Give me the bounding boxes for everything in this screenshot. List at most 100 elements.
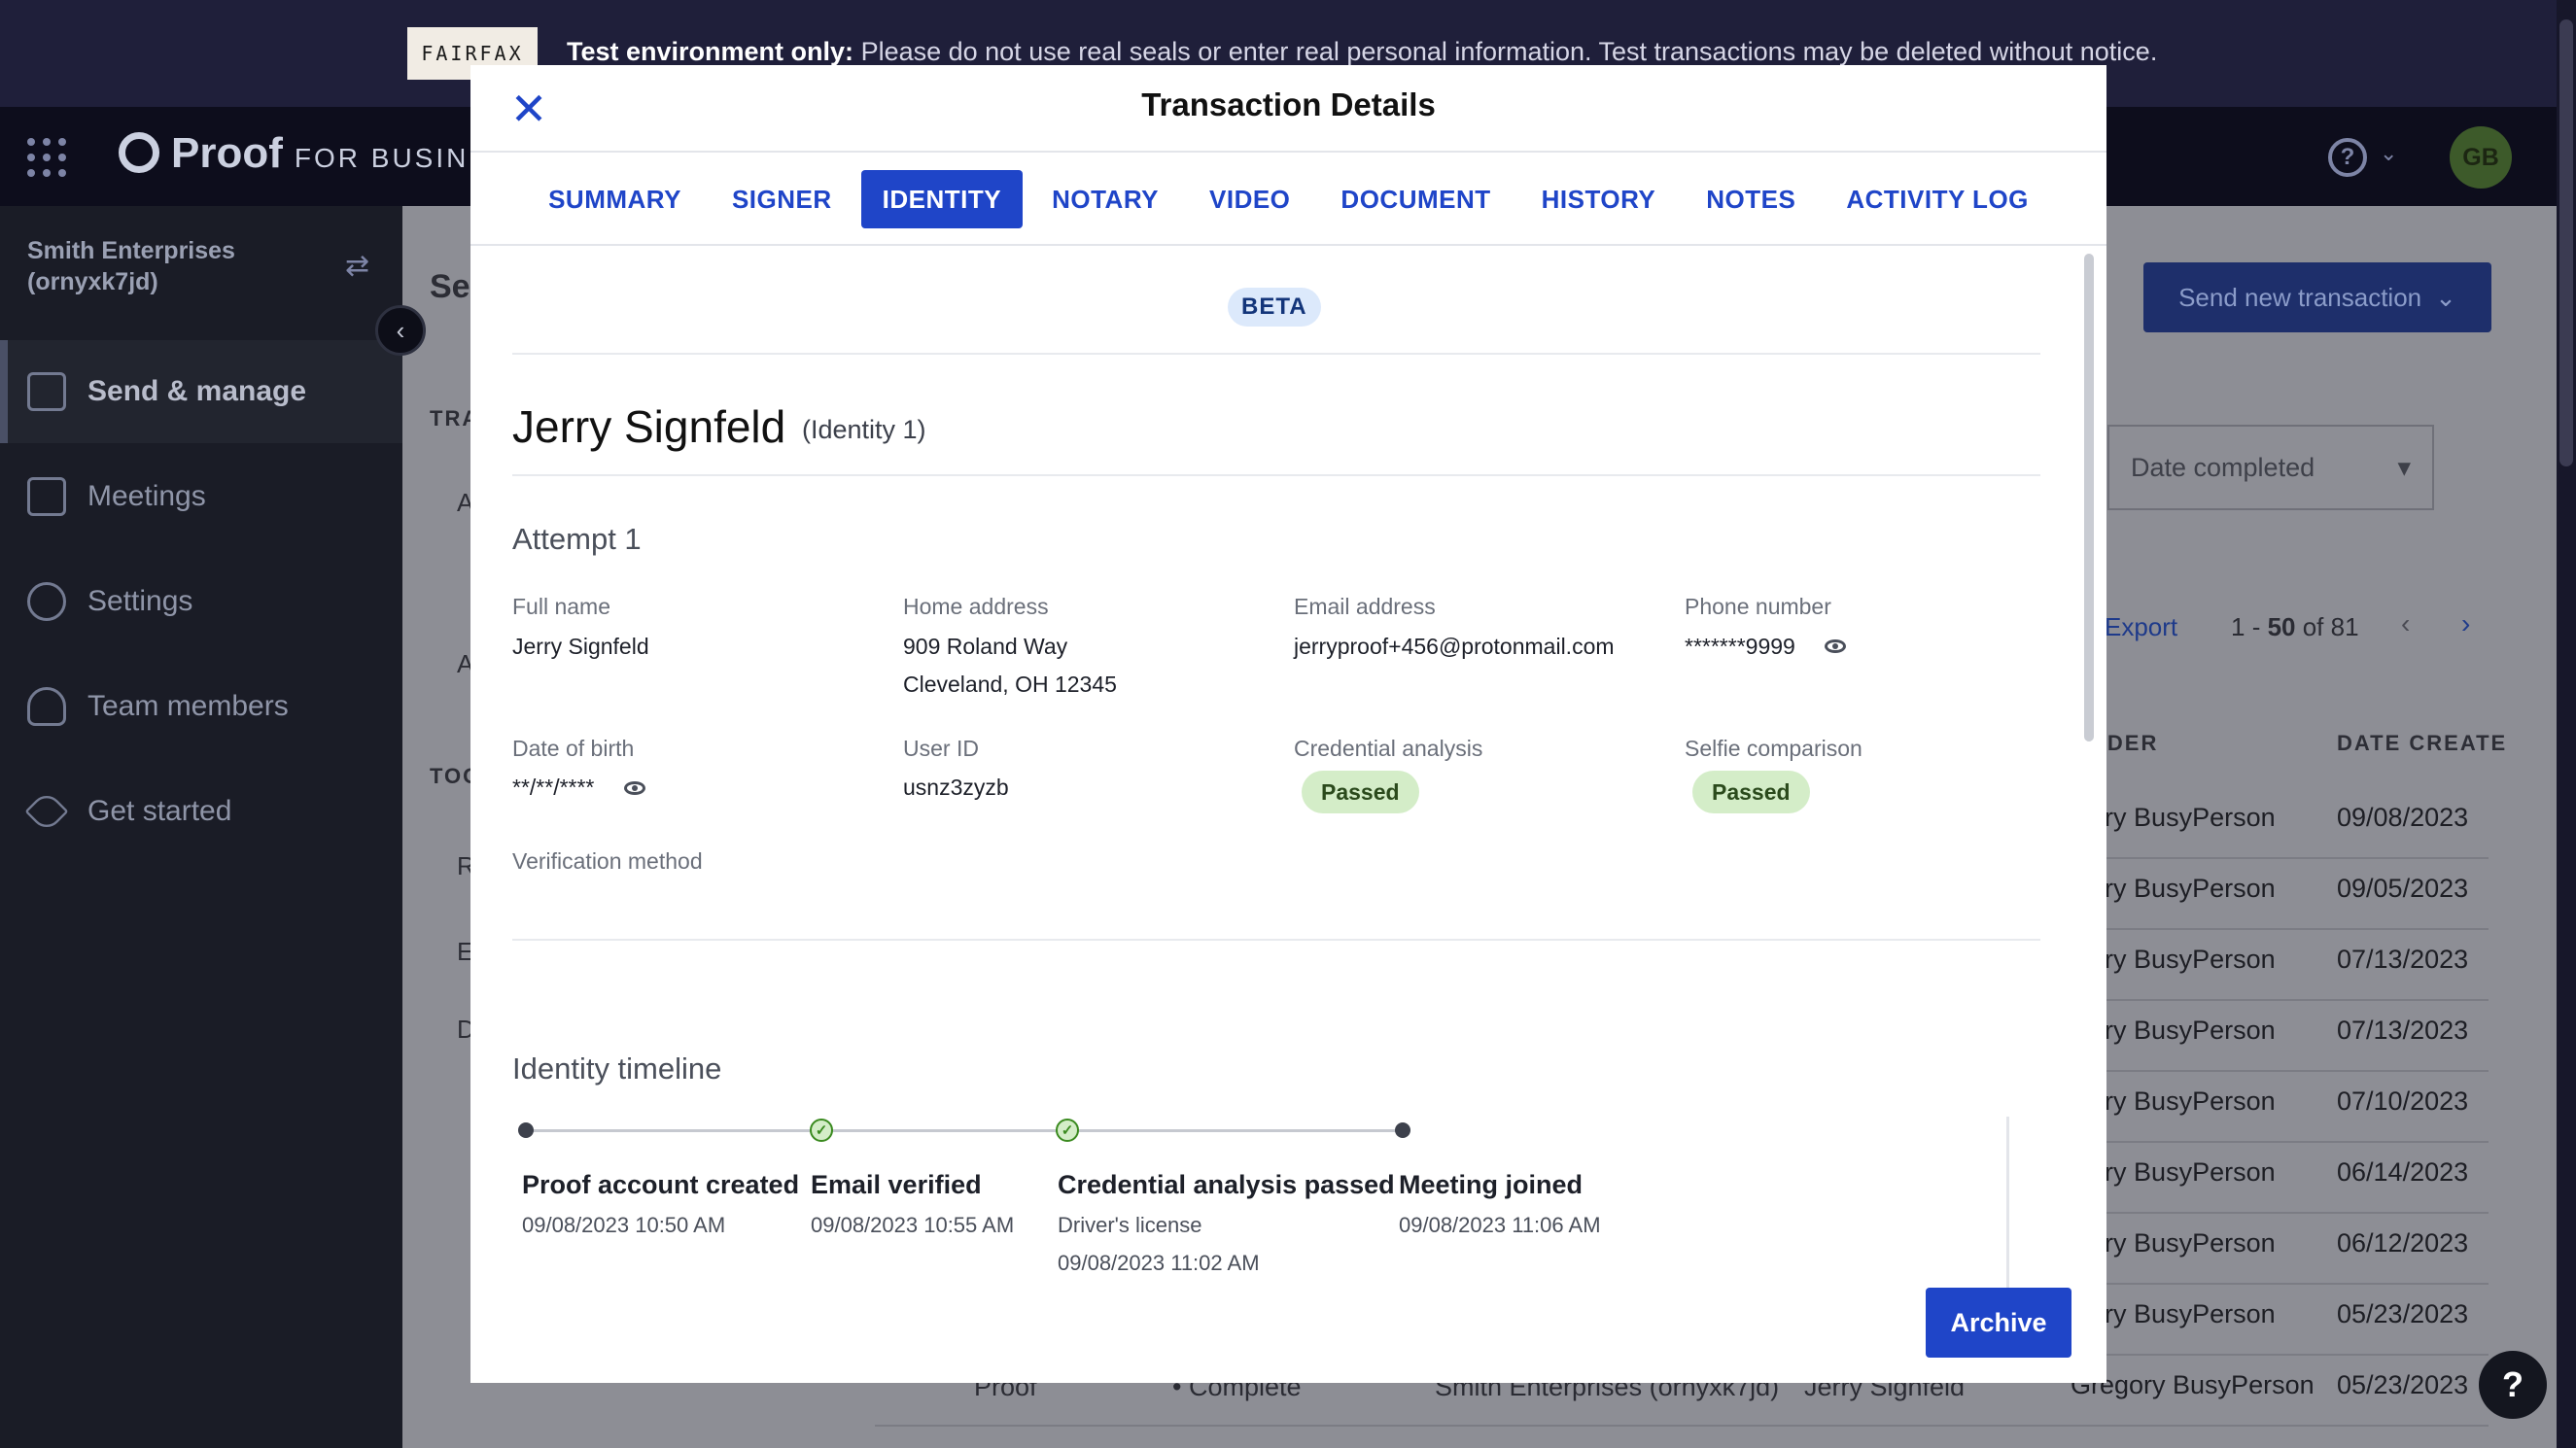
full-name-label: Full name [512,594,610,619]
gear-icon [27,582,66,621]
timeline-event-time: 09/08/2023 10:55 AM [811,1213,1015,1237]
credential-analysis-label: Credential analysis [1294,736,1483,761]
timeline-check-icon: ✓ [810,1119,833,1142]
send-new-transaction-button[interactable]: Send new transaction ⌄ [2143,262,2491,332]
tab-identity[interactable]: IDENTITY [860,170,1024,228]
home-address-label: Home address [903,594,1049,619]
calendar-icon [27,477,66,516]
organization-name: Smith Enterprises (ornyxk7jd) [27,237,235,295]
timeline-event-time: 09/08/2023 10:50 AM [522,1213,726,1237]
sidebar-item-get-started[interactable]: Get started [0,760,402,863]
date-filter-select[interactable]: Date completed ▾ [2107,425,2434,510]
page-title-fragment: Se [430,268,470,305]
tab-summary[interactable]: SUMMARY [527,170,703,228]
home-address-line1: 909 Roland Way [903,634,1068,659]
table-row-divider [875,1425,2489,1427]
verification-method-label: Verification method [512,848,703,874]
timeline-check-icon: ✓ [1056,1119,1079,1142]
collapse-sidebar-button[interactable]: ‹ [375,305,426,356]
timeline-dot-icon [1395,1122,1410,1138]
table-row-sender: Gregory BusyPerson [2071,1370,2315,1399]
tab-video[interactable]: VIDEO [1188,170,1311,228]
sidebar-item-send-manage[interactable]: Send & manage [0,340,402,443]
table-row-date: 09/05/2023 [2337,874,2469,903]
modal-title: Transaction Details [1141,86,1436,122]
table-row-date: 05/23/2023 [2337,1370,2469,1399]
divider [512,939,2040,941]
table-row-date: 06/12/2023 [2337,1228,2469,1258]
team-icon [27,687,66,726]
user-id-label: User ID [903,736,979,761]
attempt-title: Attempt 1 [512,522,642,556]
beta-badge: BETA [1228,288,1321,327]
archive-button[interactable]: Archive [1926,1288,2071,1358]
help-menu-icon[interactable]: ? [2328,138,2367,177]
switch-organization-icon[interactable]: ⇄ [345,249,369,283]
divider [512,353,2040,355]
tab-signer[interactable]: SIGNER [711,170,853,228]
timeline-event-time: 09/08/2023 11:06 AM [1399,1213,1601,1237]
brand-logo[interactable]: Proof FOR BUSINES [119,126,511,178]
table-row-date: 07/13/2023 [2337,945,2469,974]
dashboard-icon [27,372,66,411]
chevron-down-icon: ⌄ [2435,282,2456,312]
timeline-line [526,1129,1401,1132]
selfie-comparison-status-badge: Passed [1692,771,1810,813]
previous-page-icon[interactable]: ‹ [2401,608,2410,639]
phone-number-label: Phone number [1685,594,1831,619]
chevron-down-icon[interactable]: ⌄ [2380,141,2397,166]
timeline-event-detail: Driver's license [1058,1213,1202,1237]
identity-timeline-title: Identity timeline [512,1052,722,1086]
credential-analysis-status-badge: Passed [1302,771,1419,813]
timeline-event-title: Credential analysis passed [1058,1170,1395,1199]
sidebar-item-settings[interactable]: Settings [0,550,402,653]
transaction-details-modal: ✕ Transaction Details SUMMARY SIGNER IDE… [470,65,2106,1383]
show-phone-eye-icon[interactable] [1825,639,1846,653]
modal-header: ✕ Transaction Details [470,65,2106,153]
timeline-event-title: Proof account created [522,1170,800,1199]
email-address-value: jerryproof+456@protonmail.com [1294,634,1615,659]
table-row-date: 07/10/2023 [2337,1086,2469,1116]
full-name-value: Jerry Signfeld [512,634,649,659]
tab-notes[interactable]: NOTES [1685,170,1817,228]
help-fab-button[interactable]: ? [2479,1351,2547,1419]
modal-tabs: SUMMARY SIGNER IDENTITY NOTARY VIDEO DOC… [470,155,2106,246]
next-page-icon[interactable]: › [2461,608,2470,639]
divider [512,474,2040,476]
email-address-label: Email address [1294,594,1436,619]
banner-message: Test environment only: Please do not use… [567,37,2158,66]
rocket-icon [24,789,69,834]
table-row-date: 09/08/2023 [2337,803,2469,832]
identity-name: Jerry Signfeld [512,401,786,452]
page-scrollbar-thumb[interactable] [2559,19,2573,466]
timeline-event-time: 09/08/2023 11:02 AM [1058,1251,1260,1275]
modal-scrollbar-thumb[interactable] [2084,254,2094,741]
sidebar-item-team-members[interactable]: Team members [0,655,402,758]
date-of-birth-label: Date of birth [512,736,635,761]
sidebar-item-meetings[interactable]: Meetings [0,445,402,548]
proof-logo-icon [119,132,159,173]
show-dob-eye-icon[interactable] [624,781,645,795]
tab-activity-log[interactable]: ACTIVITY LOG [1825,170,2050,228]
table-row-date: 07/13/2023 [2337,1016,2469,1045]
apps-grid-icon[interactable] [27,138,66,177]
caret-down-icon: ▾ [2397,452,2411,482]
user-avatar[interactable]: GB [2450,126,2512,189]
user-id-value: usnz3zyzb [903,775,1009,800]
timeline-event-title: Email verified [811,1170,982,1199]
timeline-scrollbar[interactable] [2006,1117,2009,1290]
date-of-birth-value: **/**/**** [512,775,595,800]
timeline-dot-icon [518,1122,534,1138]
tab-notary[interactable]: NOTARY [1030,170,1180,228]
tab-history[interactable]: HISTORY [1520,170,1678,228]
column-header-date-created[interactable]: DATE CREATE [2337,731,2507,756]
phone-number-value: *******9999 [1685,634,1795,659]
table-row-date: 05/23/2023 [2337,1299,2469,1328]
identity-tag: (Identity 1) [802,415,926,444]
table-row-date: 06/14/2023 [2337,1157,2469,1187]
selfie-comparison-label: Selfie comparison [1685,736,1862,761]
home-address-line2: Cleveland, OH 12345 [903,672,1117,697]
pagination-info: 1 - 50 of 81 [2231,612,2359,641]
tab-document[interactable]: DOCUMENT [1319,170,1512,228]
export-link[interactable]: Export [2105,612,2177,642]
